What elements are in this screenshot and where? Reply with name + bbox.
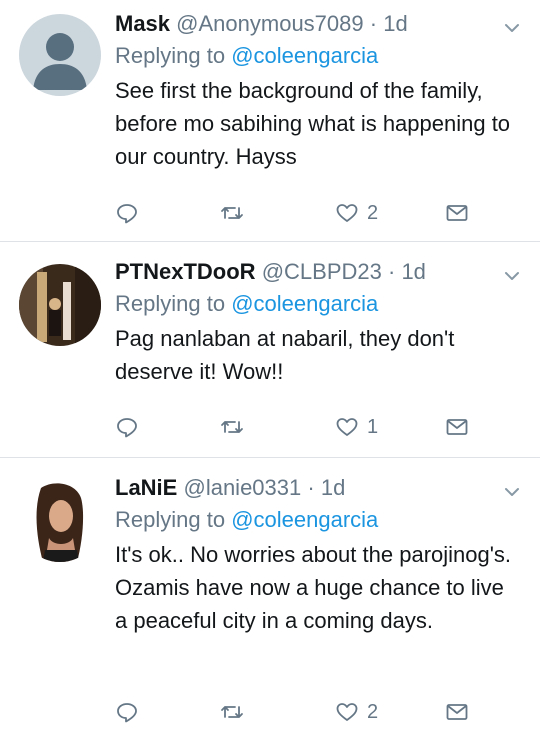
replying-to: Replying to @coleengarcia	[115, 288, 520, 320]
envelope-icon	[446, 419, 468, 435]
retweet-icon	[221, 706, 243, 718]
display-name[interactable]: PTNexTDooR	[115, 259, 256, 284]
user-handle[interactable]: @lanie0331	[183, 475, 301, 500]
like-count: 1	[367, 415, 379, 438]
envelope-icon	[446, 704, 468, 720]
tweet-content: PTNexTDooR @CLBPD23 · 1d Replying to @co…	[115, 256, 520, 388]
tweet-header: LaNiE @lanie0331 · 1d	[115, 472, 520, 504]
chevron-down-icon[interactable]	[502, 18, 522, 38]
chevron-down-icon[interactable]	[502, 482, 522, 502]
heart-icon	[336, 418, 358, 436]
tweet-text: See first the background of the family, …	[115, 78, 511, 169]
mention-link[interactable]: @coleengarcia	[231, 43, 378, 68]
tweet[interactable]: Mask @Anonymous7089 · 1d Replying to @co…	[0, 0, 540, 242]
envelope-icon	[446, 205, 468, 221]
like-count: 2	[367, 201, 379, 224]
heart-icon	[336, 703, 358, 721]
direct-message-button[interactable]	[445, 196, 469, 230]
profile-photo	[19, 480, 101, 562]
retweet-icon	[221, 207, 243, 219]
tweet-actions: 2	[115, 695, 500, 729]
tweet-content: LaNiE @lanie0331 · 1d Replying to @colee…	[115, 472, 520, 637]
separator-dot: ·	[307, 475, 315, 500]
like-count: 2	[367, 700, 379, 723]
like-button[interactable]: 2	[335, 695, 378, 729]
profile-photo	[19, 264, 101, 346]
timestamp[interactable]: 1d	[401, 259, 425, 284]
tweet[interactable]: PTNexTDooR @CLBPD23 · 1d Replying to @co…	[0, 242, 540, 458]
reply-button[interactable]	[115, 695, 139, 729]
avatar[interactable]	[19, 480, 101, 562]
chevron-down-icon[interactable]	[502, 266, 522, 286]
replying-prefix: Replying to	[115, 43, 226, 68]
retweet-button[interactable]	[220, 196, 244, 230]
separator-dot: ·	[387, 259, 396, 284]
retweet-button[interactable]	[220, 695, 244, 729]
tweet-actions: 2	[115, 196, 500, 230]
timestamp[interactable]: 1d	[383, 11, 407, 36]
tweet-text: It's ok.. No worries about the parojinog…	[115, 542, 512, 633]
tweet-content: Mask @Anonymous7089 · 1d Replying to @co…	[115, 8, 520, 173]
reply-icon	[117, 418, 137, 438]
replying-to: Replying to @coleengarcia	[115, 504, 520, 536]
tweet-actions: 1	[115, 410, 500, 444]
mention-link[interactable]: @coleengarcia	[231, 507, 378, 532]
like-button[interactable]: 2	[335, 196, 378, 230]
separator-dot: ·	[369, 11, 378, 36]
avatar[interactable]	[19, 264, 101, 346]
retweet-icon	[221, 421, 243, 433]
tweet[interactable]: LaNiE @lanie0331 · 1d Replying to @colee…	[0, 458, 540, 745]
retweet-button[interactable]	[220, 410, 244, 444]
replying-to: Replying to @coleengarcia	[115, 40, 520, 72]
replying-prefix: Replying to	[115, 291, 226, 316]
display-name[interactable]: Mask	[115, 11, 170, 36]
default-avatar-icon	[19, 14, 101, 96]
user-handle[interactable]: @Anonymous7089	[176, 11, 363, 36]
heart-icon	[336, 204, 358, 222]
like-button[interactable]: 1	[335, 410, 378, 444]
tweet-header: Mask @Anonymous7089 · 1d	[115, 8, 520, 40]
display-name[interactable]: LaNiE	[115, 475, 177, 500]
direct-message-button[interactable]	[445, 695, 469, 729]
mention-link[interactable]: @coleengarcia	[231, 291, 378, 316]
timestamp[interactable]: 1d	[321, 475, 345, 500]
reply-button[interactable]	[115, 196, 139, 230]
user-handle[interactable]: @CLBPD23	[262, 259, 382, 284]
avatar[interactable]	[19, 14, 101, 96]
replying-prefix: Replying to	[115, 507, 226, 532]
tweet-header: PTNexTDooR @CLBPD23 · 1d	[115, 256, 520, 288]
reply-icon	[117, 703, 137, 723]
reply-button[interactable]	[115, 410, 139, 444]
tweet-text: Pag nanlaban at nabaril, they don't dese…	[115, 326, 455, 384]
reply-icon	[117, 204, 137, 224]
direct-message-button[interactable]	[445, 410, 469, 444]
